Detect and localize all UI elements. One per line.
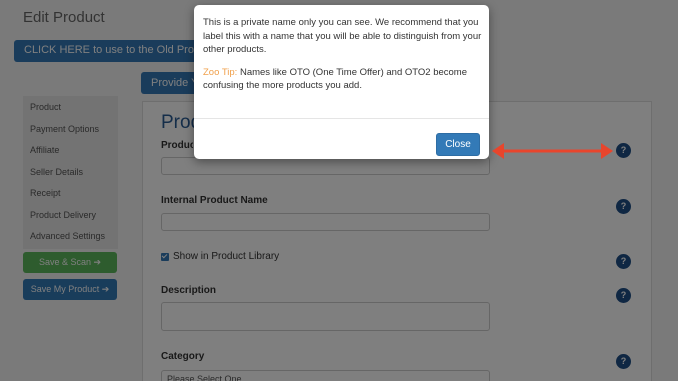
help-modal: This is a private name only you can see.…: [194, 5, 489, 159]
close-button[interactable]: Close: [436, 133, 480, 156]
tip-text: Names like OTO (One Time Offer) and OTO2…: [203, 66, 467, 92]
tip-label: Zoo Tip:: [203, 66, 238, 78]
modal-body: This is a private name only you can see.…: [203, 16, 483, 93]
modal-paragraph: This is a private name only you can see.…: [203, 17, 482, 55]
double-headed-arrow-icon: [492, 143, 613, 159]
modal-tip: Zoo Tip: Names like OTO (One Time Offer)…: [203, 66, 483, 93]
modal-divider: [194, 118, 489, 119]
